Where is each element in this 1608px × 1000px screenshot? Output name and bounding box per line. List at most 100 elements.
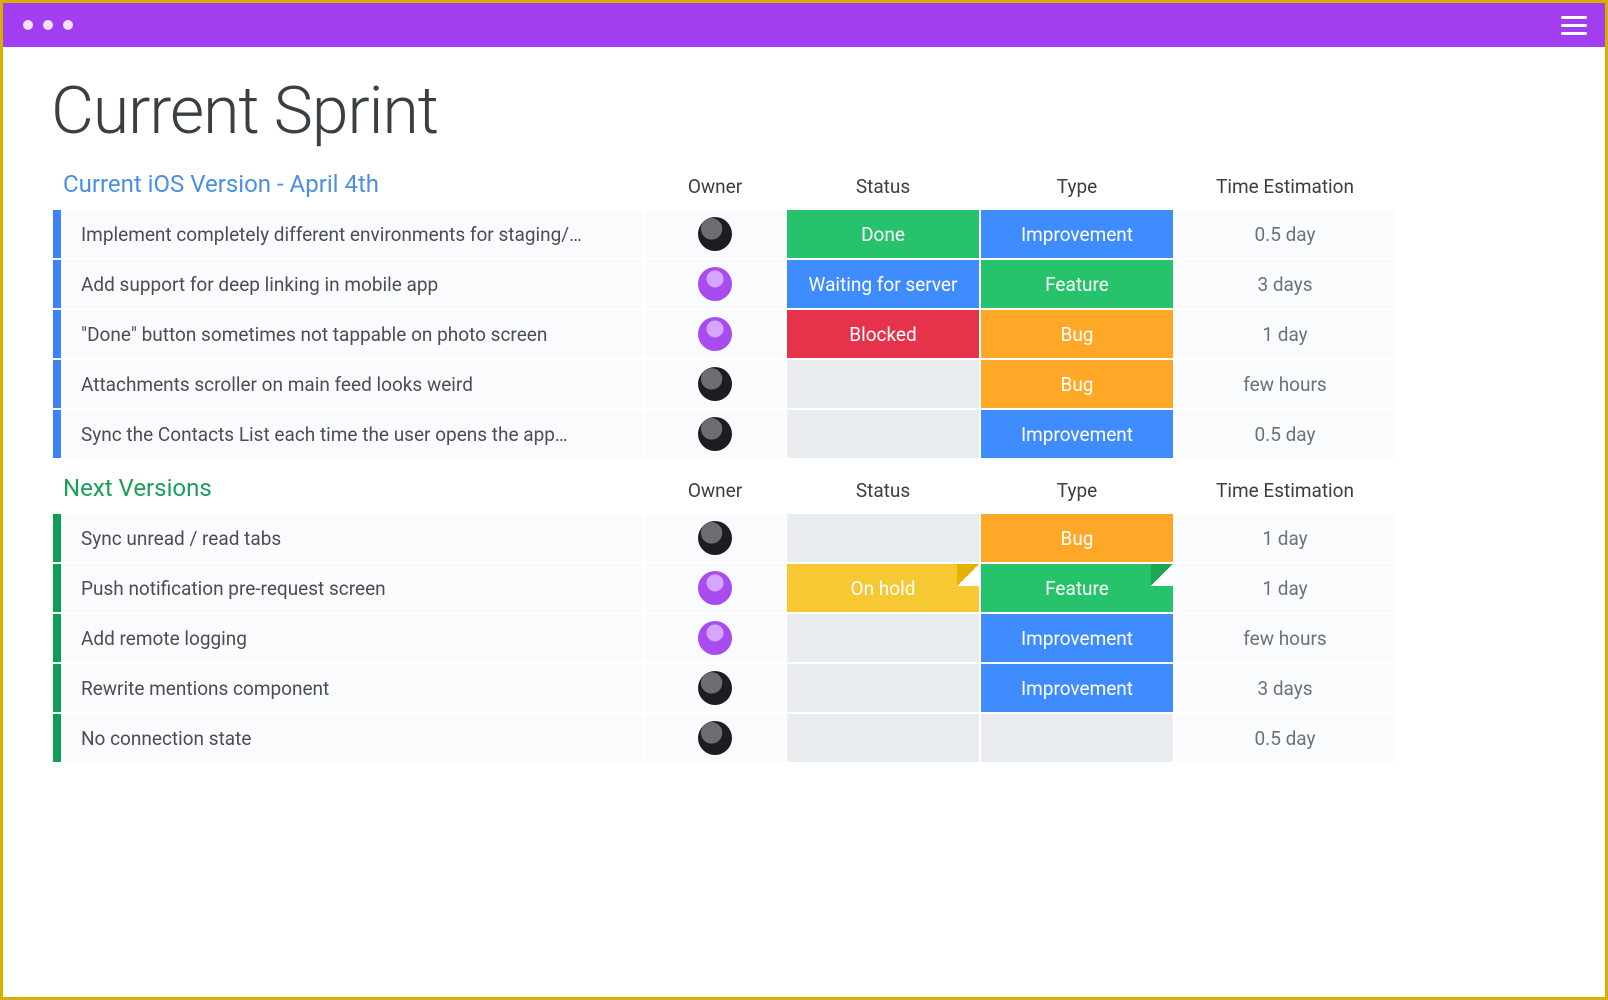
window-controls[interactable]: [15, 20, 73, 30]
close-icon[interactable]: [23, 20, 33, 30]
type-cell[interactable]: Bug: [981, 514, 1173, 562]
type-cell[interactable]: Improvement: [981, 614, 1173, 662]
status-label: On hold: [851, 577, 916, 600]
time-estimation: 1 day: [1262, 527, 1307, 550]
type-cell[interactable]: Bug: [981, 310, 1173, 358]
time-estimation-cell[interactable]: 1 day: [1175, 514, 1395, 562]
task-title-cell[interactable]: Add support for deep linking in mobile a…: [53, 260, 643, 308]
status-cell[interactable]: [787, 614, 979, 662]
menu-icon[interactable]: [1555, 10, 1593, 41]
minimize-icon[interactable]: [43, 20, 53, 30]
avatar[interactable]: [698, 621, 732, 655]
avatar[interactable]: [698, 367, 732, 401]
task-title: Push notification pre-request screen: [81, 577, 386, 600]
task-title: Attachments scroller on main feed looks …: [81, 373, 473, 396]
owner-cell[interactable]: [645, 614, 785, 662]
owner-cell[interactable]: [645, 210, 785, 258]
avatar[interactable]: [698, 571, 732, 605]
type-cell[interactable]: Feature: [981, 260, 1173, 308]
type-label: Improvement: [1021, 223, 1133, 246]
task-title-cell[interactable]: Add remote logging: [53, 614, 643, 662]
time-estimation-cell[interactable]: 0.5 day: [1175, 410, 1395, 458]
table-row[interactable]: Sync unread / read tabs Bug 1 day: [53, 514, 1555, 562]
avatar[interactable]: [698, 267, 732, 301]
type-cell[interactable]: Improvement: [981, 210, 1173, 258]
table-row[interactable]: Sync the Contacts List each time the use…: [53, 410, 1555, 458]
status-cell[interactable]: [787, 514, 979, 562]
section: Next VersionsOwnerStatusTypeTime Estimat…: [53, 468, 1555, 762]
owner-cell[interactable]: [645, 260, 785, 308]
owner-cell[interactable]: [645, 564, 785, 612]
type-label: Bug: [1061, 323, 1094, 346]
status-cell[interactable]: On hold: [787, 564, 979, 612]
task-title-cell[interactable]: Sync unread / read tabs: [53, 514, 643, 562]
avatar[interactable]: [698, 721, 732, 755]
time-estimation: 0.5 day: [1255, 727, 1316, 750]
task-title-cell[interactable]: Rewrite mentions component: [53, 664, 643, 712]
owner-cell[interactable]: [645, 310, 785, 358]
avatar[interactable]: [698, 671, 732, 705]
column-header-time: Time Estimation: [1175, 479, 1395, 514]
table-row[interactable]: Push notification pre-request screen On h…: [53, 564, 1555, 612]
task-title: Implement completely different environme…: [81, 223, 582, 246]
type-label: Feature: [1045, 577, 1109, 600]
status-cell[interactable]: Blocked: [787, 310, 979, 358]
type-cell[interactable]: Bug: [981, 360, 1173, 408]
column-header-status: Status: [787, 175, 979, 210]
table-row[interactable]: No connection state 0.5 day: [53, 714, 1555, 762]
time-estimation: 3 days: [1257, 273, 1312, 296]
row-accent-bar: [53, 260, 61, 308]
status-cell[interactable]: [787, 664, 979, 712]
type-cell[interactable]: Improvement: [981, 664, 1173, 712]
row-accent-bar: [53, 410, 61, 458]
time-estimation-cell[interactable]: few hours: [1175, 360, 1395, 408]
status-cell[interactable]: Waiting for server: [787, 260, 979, 308]
task-title: Add remote logging: [81, 627, 247, 650]
owner-cell[interactable]: [645, 714, 785, 762]
type-cell[interactable]: Improvement: [981, 410, 1173, 458]
task-title-cell[interactable]: Implement completely different environme…: [53, 210, 643, 258]
owner-cell[interactable]: [645, 360, 785, 408]
time-estimation-cell[interactable]: 0.5 day: [1175, 210, 1395, 258]
section-title[interactable]: Current iOS Version - April 4th: [53, 164, 643, 210]
maximize-icon[interactable]: [63, 20, 73, 30]
task-title-cell[interactable]: No connection state: [53, 714, 643, 762]
section-title[interactable]: Next Versions: [53, 468, 643, 514]
table-row[interactable]: Implement completely different environme…: [53, 210, 1555, 258]
time-estimation-cell[interactable]: 3 days: [1175, 260, 1395, 308]
section-header: Current iOS Version - April 4thOwnerStat…: [53, 164, 1555, 210]
row-accent-bar: [53, 564, 61, 612]
avatar[interactable]: [698, 521, 732, 555]
time-estimation-cell[interactable]: 3 days: [1175, 664, 1395, 712]
task-title-cell[interactable]: Push notification pre-request screen: [53, 564, 643, 612]
time-estimation-cell[interactable]: 1 day: [1175, 310, 1395, 358]
avatar[interactable]: [698, 317, 732, 351]
owner-cell[interactable]: [645, 664, 785, 712]
time-estimation-cell[interactable]: 1 day: [1175, 564, 1395, 612]
status-cell[interactable]: [787, 714, 979, 762]
table-row[interactable]: "Done" button sometimes not tappable on …: [53, 310, 1555, 358]
type-cell[interactable]: Feature: [981, 564, 1173, 612]
type-label: Improvement: [1021, 423, 1133, 446]
task-title-cell[interactable]: Sync the Contacts List each time the use…: [53, 410, 643, 458]
task-title-cell[interactable]: Attachments scroller on main feed looks …: [53, 360, 643, 408]
status-cell[interactable]: [787, 410, 979, 458]
time-estimation-cell[interactable]: few hours: [1175, 614, 1395, 662]
task-title: Add support for deep linking in mobile a…: [81, 273, 438, 296]
table-row[interactable]: Add support for deep linking in mobile a…: [53, 260, 1555, 308]
table-row[interactable]: Add remote logging Improvementfew hours: [53, 614, 1555, 662]
table-row[interactable]: Rewrite mentions component Improvement3 d…: [53, 664, 1555, 712]
page-content: Current Sprint Current iOS Version - Apr…: [3, 47, 1605, 762]
row-accent-bar: [53, 664, 61, 712]
table-row[interactable]: Attachments scroller on main feed looks …: [53, 360, 1555, 408]
type-cell[interactable]: [981, 714, 1173, 762]
status-cell[interactable]: Done: [787, 210, 979, 258]
status-cell[interactable]: [787, 360, 979, 408]
owner-cell[interactable]: [645, 514, 785, 562]
owner-cell[interactable]: [645, 410, 785, 458]
task-title-cell[interactable]: "Done" button sometimes not tappable on …: [53, 310, 643, 358]
avatar[interactable]: [698, 217, 732, 251]
avatar[interactable]: [698, 417, 732, 451]
type-label: Bug: [1061, 527, 1094, 550]
time-estimation-cell[interactable]: 0.5 day: [1175, 714, 1395, 762]
